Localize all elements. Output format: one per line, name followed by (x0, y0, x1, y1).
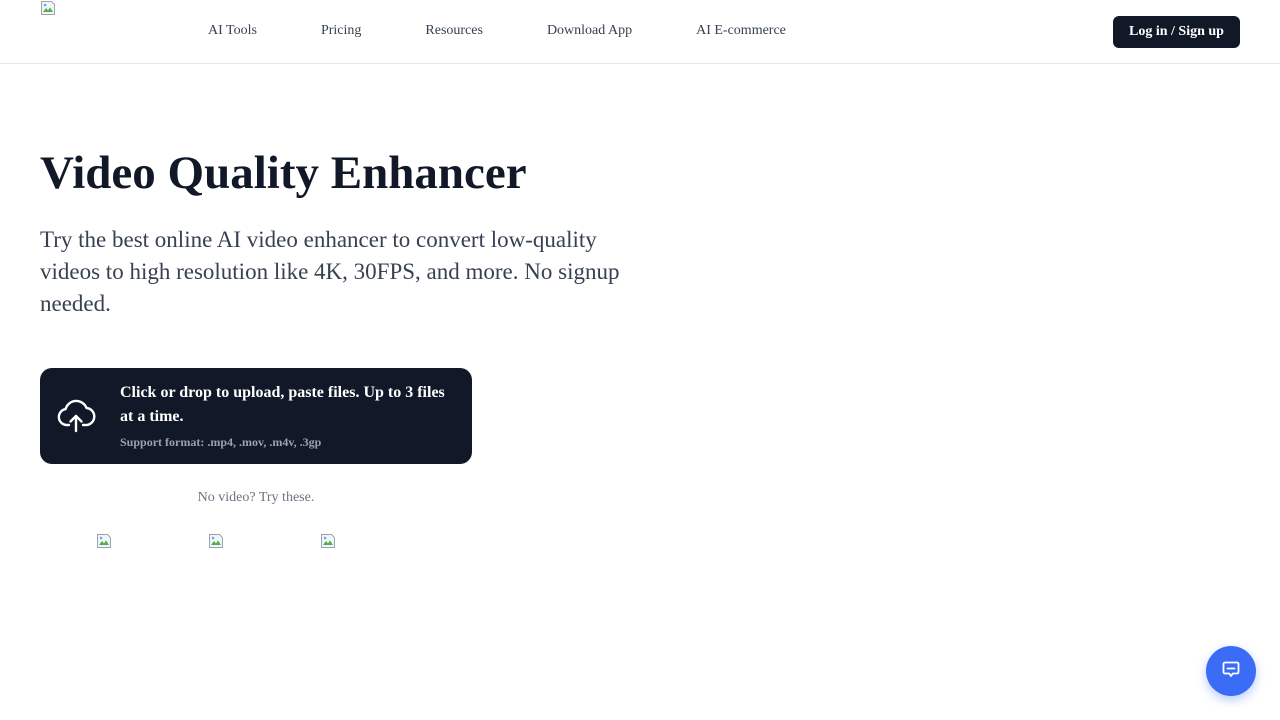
login-signup-button[interactable]: Log in / Sign up (1113, 16, 1240, 48)
cloud-upload-icon (56, 396, 96, 436)
main-nav: AI Tools Pricing Resources Download App … (208, 22, 786, 40)
broken-image-icon (97, 534, 111, 548)
nav-download-app[interactable]: Download App (547, 22, 632, 40)
broken-image-icon (40, 0, 56, 16)
page-title: Video Quality Enhancer (40, 147, 527, 199)
broken-image-icon (321, 534, 335, 548)
page-subtitle: Try the best online AI video enhancer to… (40, 227, 620, 316)
nav-ai-tools[interactable]: AI Tools (208, 22, 257, 40)
upload-instructions: Click or drop to upload, paste files. Up… (120, 384, 445, 425)
upload-supported-formats: Support format: .mp4, .mov, .m4v, .3gp (120, 435, 322, 449)
nav-pricing[interactable]: Pricing (321, 22, 361, 40)
sample-video-2[interactable] (208, 533, 224, 549)
sample-video-1[interactable] (96, 533, 112, 549)
site-header: AI Tools Pricing Resources Download App … (0, 0, 1280, 64)
sample-video-3[interactable] (320, 533, 336, 549)
sample-prompt: No video? Try these. (197, 490, 315, 505)
nav-resources[interactable]: Resources (425, 22, 483, 40)
broken-image-icon (209, 534, 223, 548)
upload-dropzone[interactable]: Click or drop to upload, paste files. Up… (40, 368, 472, 464)
logo-link[interactable] (40, 0, 56, 16)
chat-support-button[interactable] (1206, 646, 1256, 696)
nav-ai-ecommerce[interactable]: AI E-commerce (696, 22, 786, 40)
chat-bubble-icon (1221, 659, 1241, 684)
